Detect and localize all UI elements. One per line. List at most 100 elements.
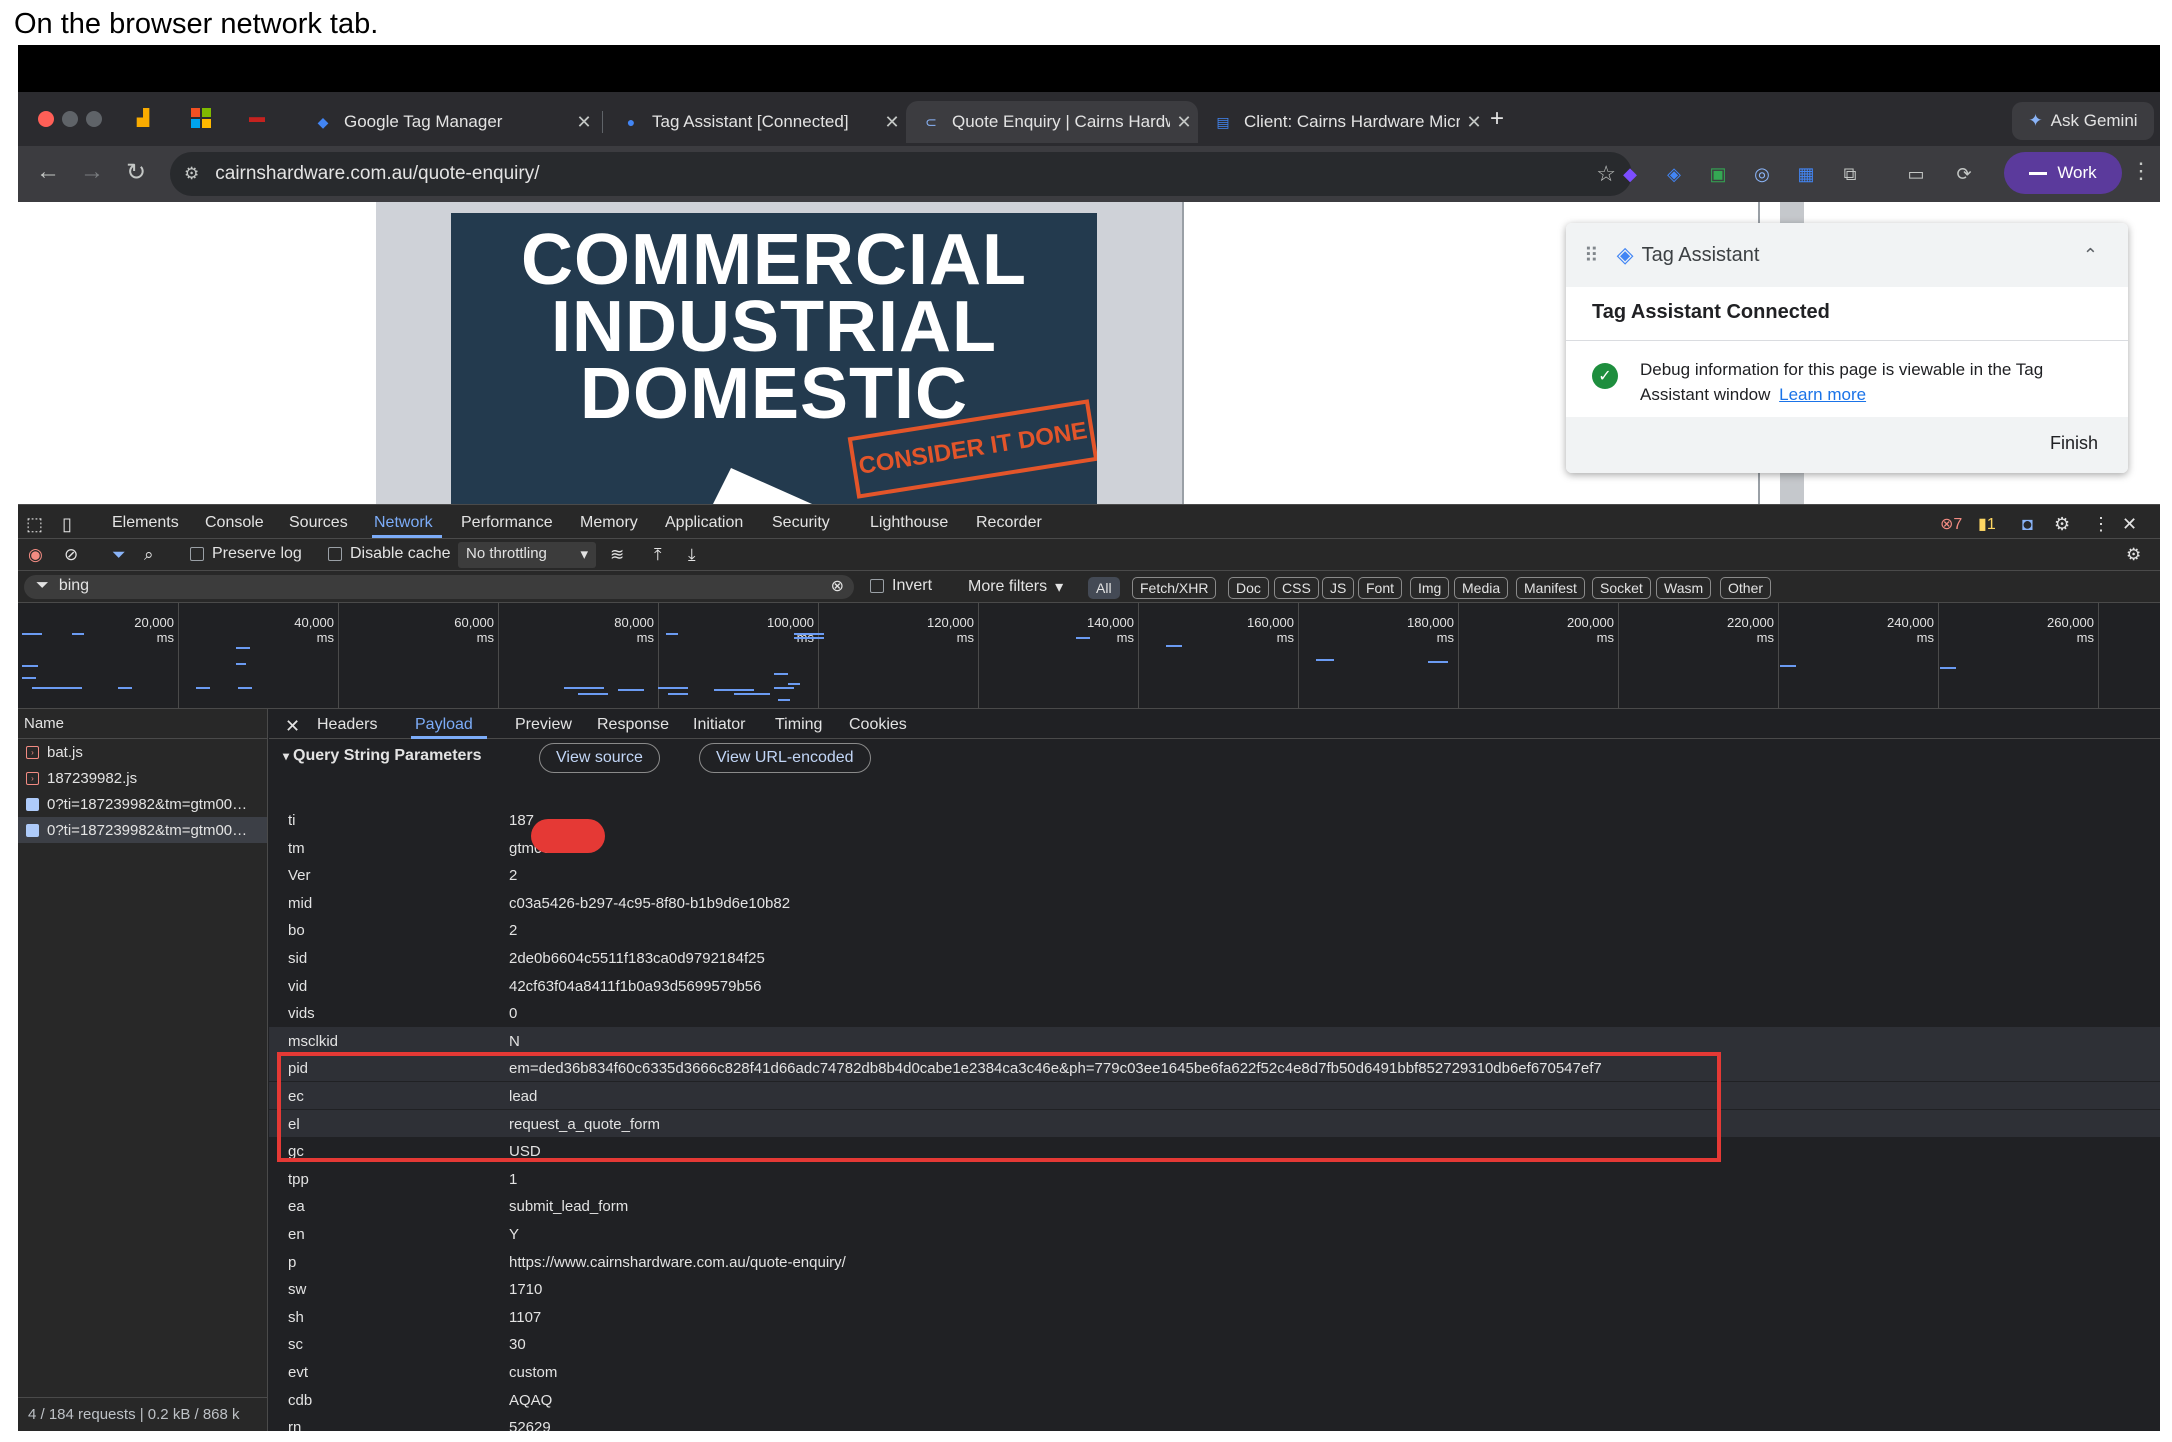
filter-chip-font[interactable]: Font <box>1358 577 1403 599</box>
collapse-icon[interactable]: ⌃ <box>2083 245 2098 266</box>
learn-more-link[interactable]: Learn more <box>1779 385 1866 404</box>
detail-tab-timing[interactable]: Timing <box>775 716 822 734</box>
clear-filter-icon[interactable]: ⊗ <box>831 576 844 596</box>
filter-chip-media[interactable]: Media <box>1454 577 1509 599</box>
filter-chip-socket[interactable]: Socket <box>1592 577 1651 599</box>
tab-tag-assistant[interactable]: ● Tag Assistant [Connected] ✕ <box>606 101 906 143</box>
tab-quote-enquiry[interactable]: ⊂ Quote Enquiry | Cairns Hardw ✕ <box>906 101 1198 143</box>
close-icon[interactable]: ✕ <box>878 112 906 133</box>
filter-chip-other[interactable]: Other <box>1720 577 1772 599</box>
extension-icon[interactable]: ◆ <box>1616 160 1644 188</box>
tab-google-tag-manager[interactable]: ◆ Google Tag Manager ✕ <box>298 101 598 143</box>
device-toolbar-icon[interactable]: ▯ <box>62 514 72 535</box>
ai-assistance-icon[interactable]: ◘ <box>2022 514 2033 535</box>
request-row[interactable]: › 187239982.js <box>18 765 267 791</box>
extension-badge-icon[interactable]: ▣ <box>1704 160 1732 188</box>
view-url-encoded-button[interactable]: View URL-encoded <box>699 743 871 773</box>
network-settings-icon[interactable]: ⚙ <box>2126 545 2141 565</box>
preserve-log-checkbox[interactable]: Preserve log <box>190 545 302 563</box>
microsoft-pinned-tab-icon[interactable] <box>188 105 214 131</box>
address-bar[interactable]: ⚙ cairnshardware.com.au/quote-enquiry/ ☆ <box>170 152 1632 196</box>
filter-chip-js[interactable]: JS <box>1322 577 1355 599</box>
request-row[interactable]: › bat.js <box>18 739 267 765</box>
close-icon[interactable]: ✕ <box>1460 112 1488 133</box>
close-window-button[interactable] <box>38 111 54 127</box>
detail-tab-response[interactable]: Response <box>597 716 669 734</box>
translate-extension-icon[interactable]: ▦ <box>1792 160 1820 188</box>
param-key: vid <box>288 977 308 995</box>
inspect-element-icon[interactable]: ⬚ <box>26 514 43 535</box>
network-overview-timeline[interactable]: 20,000 ms 40,000 ms 60,000 ms 80,000 ms 100,… <box>18 603 2160 709</box>
bookmark-star-icon[interactable]: ☆ <box>1596 161 1616 187</box>
devtools-tab-memory[interactable]: Memory <box>580 514 638 532</box>
clear-icon[interactable]: ⊘ <box>64 545 78 565</box>
network-conditions-icon[interactable]: ≋ <box>610 545 624 565</box>
tab-client-doc[interactable]: ▤ Client: Cairns Hardware Micro ✕ <box>1198 101 1488 143</box>
tag-extension-icon[interactable]: ◈ <box>1660 160 1688 188</box>
reload-button[interactable]: ↻ <box>120 158 152 187</box>
warning-count-badge[interactable]: ▮1 <box>1978 514 1996 534</box>
ask-gemini-button[interactable]: ✦ Ask Gemini <box>2012 102 2154 140</box>
detail-tab-payload[interactable]: Payload <box>415 716 473 734</box>
record-stop-icon[interactable]: ◉ <box>28 545 43 565</box>
finish-button[interactable]: Finish <box>2050 433 2098 454</box>
filter-chip-doc[interactable]: Doc <box>1228 577 1269 599</box>
reading-mode-icon[interactable]: ▭ <box>1902 160 1930 188</box>
devtools-tab-recorder[interactable]: Recorder <box>976 514 1042 532</box>
throttling-select[interactable]: No throttling ▾ <box>458 542 596 568</box>
close-devtools-icon[interactable]: ✕ <box>2122 514 2137 535</box>
forward-button[interactable]: → <box>76 158 108 186</box>
export-har-icon[interactable]: ⤓ <box>688 545 696 565</box>
back-button[interactable]: ← <box>32 158 64 186</box>
devtools-tab-console[interactable]: Console <box>205 514 264 532</box>
detail-tab-initiator[interactable]: Initiator <box>693 716 745 734</box>
import-har-icon[interactable]: ⤒ <box>654 545 662 565</box>
devtools-tab-elements[interactable]: Elements <box>112 514 179 532</box>
sync-icon[interactable]: ⟳ <box>1950 160 1978 188</box>
filter-chip-img[interactable]: Img <box>1410 577 1450 599</box>
filter-chip-all[interactable]: All <box>1088 577 1120 599</box>
view-source-button[interactable]: View source <box>539 743 660 773</box>
filter-chip-css[interactable]: CSS <box>1274 577 1319 599</box>
search-extension-icon[interactable]: ◎ <box>1748 160 1776 188</box>
close-icon[interactable]: ✕ <box>570 112 598 133</box>
filter-chip-fetch-xhr[interactable]: Fetch/XHR <box>1132 577 1217 599</box>
close-detail-icon[interactable]: ✕ <box>285 716 300 737</box>
maximize-window-button[interactable] <box>86 111 102 127</box>
error-count-badge[interactable]: ⊗7 <box>1940 514 1962 534</box>
minimize-window-button[interactable] <box>62 111 78 127</box>
filter-input[interactable]: ⏷ bing ⊗ <box>24 575 854 599</box>
detail-tab-cookies[interactable]: Cookies <box>849 716 907 734</box>
devtools-tab-application[interactable]: Application <box>665 514 743 532</box>
filter-icon[interactable]: ⏷ <box>112 545 126 565</box>
detail-tab-headers[interactable]: Headers <box>317 716 377 734</box>
request-row[interactable]: 0?ti=187239982&tm=gtm00… <box>18 791 267 817</box>
browser-menu-icon[interactable]: ⋮ <box>2130 158 2152 184</box>
pinned-tab-icon[interactable]: ▬ <box>244 105 270 131</box>
search-icon[interactable]: ⌕ <box>144 545 154 565</box>
profile-work-button[interactable]: Work <box>2004 152 2122 194</box>
filter-chip-manifest[interactable]: Manifest <box>1516 577 1585 599</box>
detail-tab-preview[interactable]: Preview <box>515 716 572 734</box>
new-tab-button[interactable]: + <box>1490 105 1504 133</box>
filter-chip-wasm[interactable]: Wasm <box>1656 577 1712 599</box>
extensions-puzzle-icon[interactable]: ⧉ <box>1836 160 1864 188</box>
devtools-tab-lighthouse[interactable]: Lighthouse <box>870 514 948 532</box>
analytics-pinned-tab-icon[interactable]: ▟ <box>130 105 156 131</box>
param-key: mid <box>288 894 313 912</box>
settings-gear-icon[interactable]: ⚙ <box>2054 514 2070 535</box>
devtools-tab-network[interactable]: Network <box>374 514 433 532</box>
devtools-tab-security[interactable]: Security <box>772 514 830 532</box>
request-row-selected[interactable]: 0?ti=187239982&tm=gtm00… <box>18 817 267 843</box>
devtools-tab-performance[interactable]: Performance <box>461 514 553 532</box>
site-info-icon[interactable]: ⚙ <box>184 164 199 184</box>
invert-checkbox[interactable]: Invert <box>870 577 932 595</box>
devtools-tab-sources[interactable]: Sources <box>289 514 348 532</box>
disable-cache-checkbox[interactable]: Disable cache <box>328 545 451 563</box>
drag-handle-icon[interactable]: ⠿ <box>1584 243 1599 268</box>
more-filters-dropdown[interactable]: More filters ▾ <box>968 577 1063 597</box>
close-icon[interactable]: ✕ <box>1170 112 1198 133</box>
devtools-menu-icon[interactable]: ⋮ <box>2092 514 2110 535</box>
query-string-section-header[interactable]: ▾ Query String Parameters <box>283 747 482 765</box>
name-column-header[interactable]: Name <box>18 709 267 739</box>
